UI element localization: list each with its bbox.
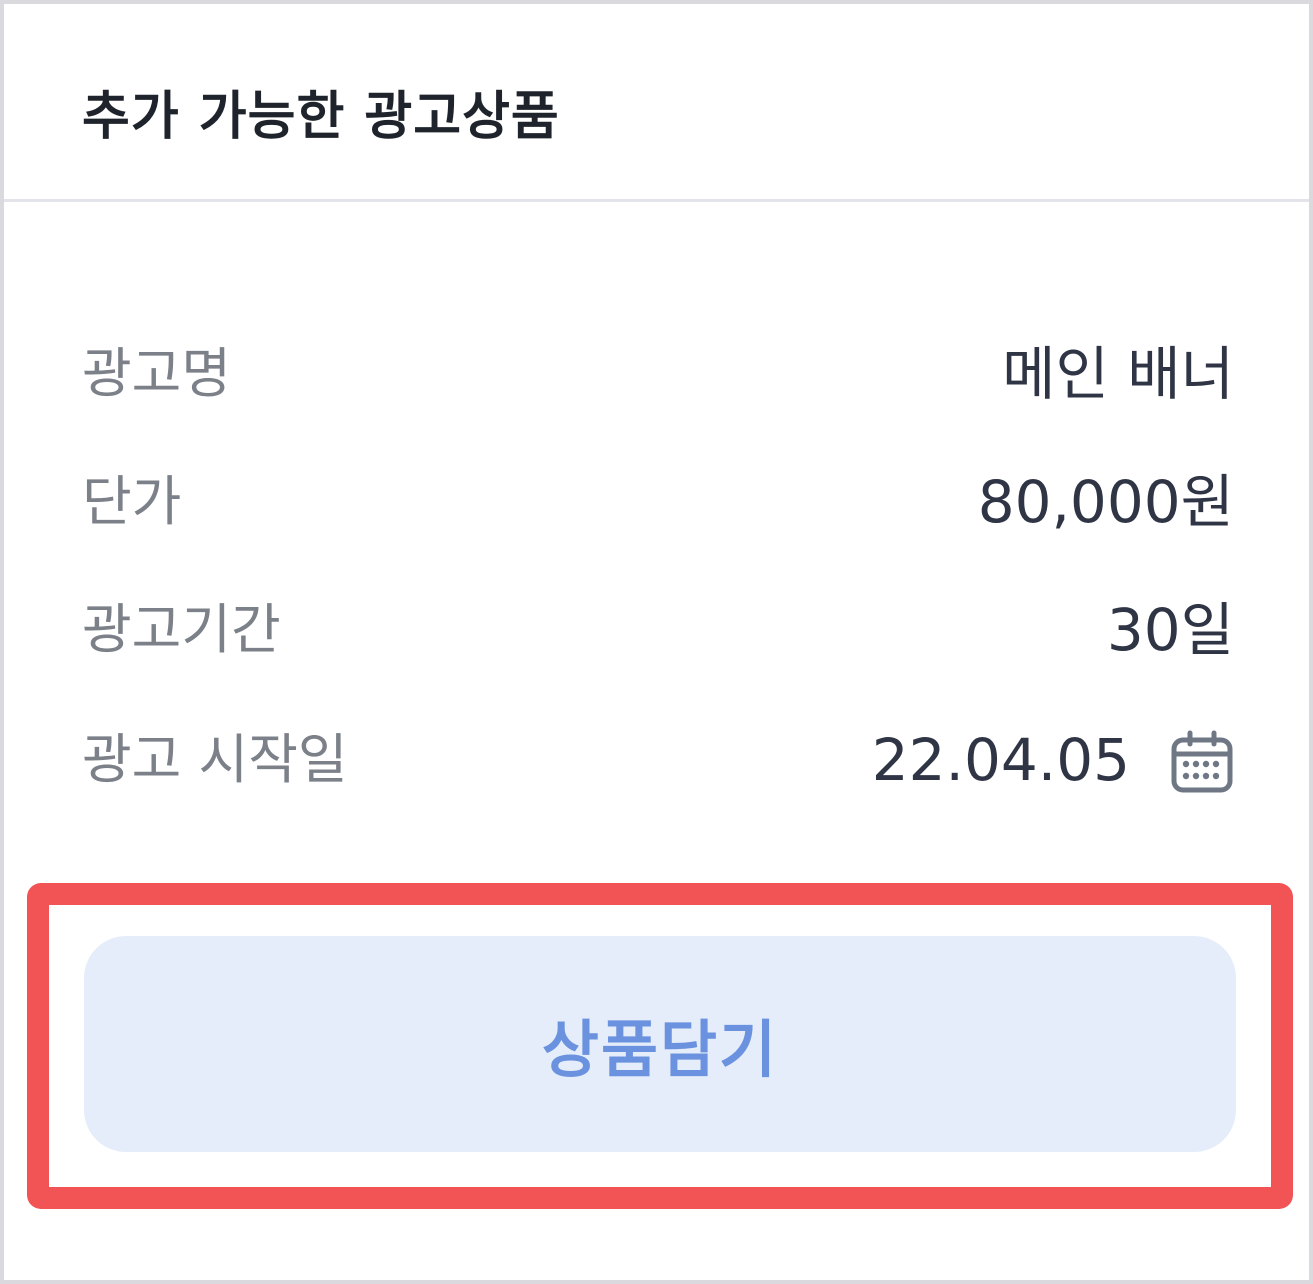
- start-date-label: 광고 시작일: [82, 728, 348, 791]
- page-title: 추가 가능한 광고상품: [82, 87, 560, 147]
- start-date-value[interactable]: 22.04.05: [872, 720, 1130, 800]
- ad-period-value: 30일: [1106, 596, 1234, 664]
- detail-row-ad-period: 광고기간 30일: [82, 590, 1234, 670]
- detail-row-unit-price: 단가 80,000원: [82, 462, 1234, 542]
- detail-row-ad-name: 광고명 메인 배너: [82, 334, 1234, 414]
- detail-row-start-date: 광고 시작일 22.04.05: [82, 720, 1234, 800]
- highlight-box: [27, 883, 1293, 1209]
- calendar-icon[interactable]: [1170, 730, 1234, 794]
- ad-period-label: 광고기간: [82, 598, 281, 661]
- card-header: 추가 가능한 광고상품: [4, 4, 1309, 202]
- ad-name-value: 메인 배너: [1002, 340, 1234, 408]
- ad-name-label: 광고명: [82, 342, 232, 405]
- unit-price-label: 단가: [82, 470, 182, 533]
- ad-product-card: 추가 가능한 광고상품 광고명 메인 배너 단가 80,000원 광고기간 30…: [0, 0, 1313, 1284]
- unit-price-value: 80,000원: [977, 468, 1234, 536]
